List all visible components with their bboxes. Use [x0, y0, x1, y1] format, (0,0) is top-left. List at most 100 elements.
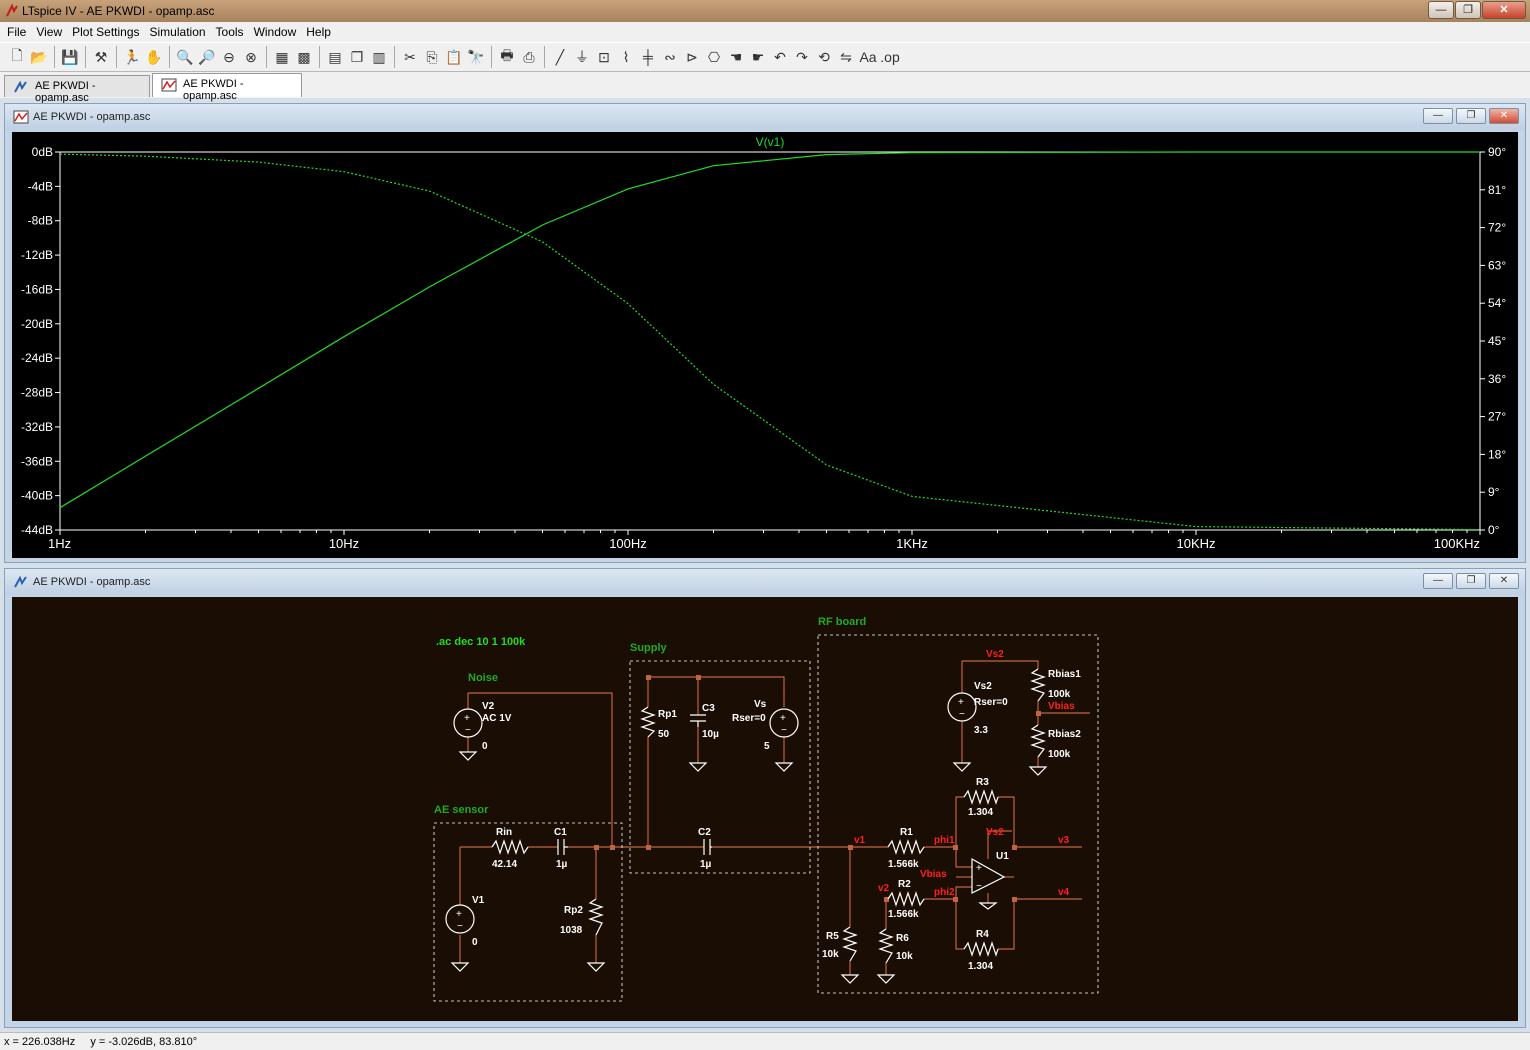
rbias2-resistor-symbol[interactable] [1030, 724, 1046, 758]
minimize-button[interactable]: — [1428, 1, 1454, 19]
child-restore-button[interactable]: ❐ [1456, 108, 1486, 124]
rp2-value[interactable]: 1038 [560, 925, 583, 936]
r2-name[interactable]: R2 [898, 879, 911, 890]
v1-dc-value[interactable]: 0 [472, 937, 478, 948]
child-restore-button[interactable]: ❐ [1456, 573, 1486, 589]
autorange-icon[interactable]: ▦ [271, 46, 293, 68]
draw-wire-icon[interactable]: ╱ [549, 46, 571, 68]
net-label-vbias-opamp[interactable]: Vbias [920, 869, 947, 880]
y-left-tick-label[interactable]: -24dB [21, 351, 53, 365]
rin-name[interactable]: Rin [496, 827, 512, 838]
r1-name[interactable]: R1 [900, 827, 913, 838]
rp1-value[interactable]: 50 [658, 729, 670, 740]
mirror-icon[interactable]: ⇋ [835, 46, 857, 68]
rin-resistor-symbol[interactable] [491, 839, 529, 855]
r2-value[interactable]: 1.566k [888, 909, 919, 920]
y-right-tick-label[interactable]: 9° [1488, 485, 1500, 499]
vs-name[interactable]: Vs [754, 699, 767, 710]
r3-name[interactable]: R3 [976, 777, 989, 788]
menu-view[interactable]: View [31, 25, 67, 39]
net-label-v3[interactable]: v3 [1058, 835, 1070, 846]
child-close-button[interactable]: ✕ [1489, 573, 1519, 589]
y-left-tick-label[interactable]: -44dB [21, 523, 53, 537]
y-left-tick-label[interactable]: -20dB [21, 317, 53, 331]
y-right-tick-label[interactable]: 45° [1488, 334, 1506, 348]
resistor-icon[interactable]: ⌇ [615, 46, 637, 68]
y-right-tick-label[interactable]: 81° [1488, 183, 1506, 197]
print-icon[interactable]: ⎙ [518, 46, 540, 68]
y-left-tick-label[interactable]: -16dB [21, 282, 53, 296]
r6-name[interactable]: R6 [896, 933, 909, 944]
rbias1-name[interactable]: Rbias1 [1048, 669, 1081, 680]
net-label-v4[interactable]: v4 [1058, 887, 1070, 898]
ac-directive[interactable]: .ac dec 10 1 100k [436, 636, 526, 648]
v2-dc-value[interactable]: 0 [482, 741, 488, 752]
undo-icon[interactable]: ↶ [769, 46, 791, 68]
vs2-name[interactable]: Vs2 [974, 681, 992, 692]
open-icon[interactable]: 📂 [28, 46, 50, 68]
v1-name[interactable]: V1 [472, 895, 485, 906]
tab-schematic[interactable]: AE PKWDI - opamp.asc [4, 75, 150, 104]
c1-name[interactable]: C1 [554, 827, 567, 838]
net-label-v2[interactable]: v2 [878, 883, 890, 894]
menu-tools[interactable]: Tools [211, 25, 249, 39]
grid-icon[interactable]: ▩ [293, 46, 315, 68]
menu-file[interactable]: File [2, 25, 31, 39]
x-tick-label[interactable]: 1KHz [896, 536, 928, 551]
cascade-icon[interactable]: ❐ [346, 46, 368, 68]
vs-value[interactable]: Rser=0 [732, 713, 766, 724]
trace-label[interactable]: V(v1) [756, 135, 785, 149]
c2-capacitor-symbol[interactable] [703, 839, 712, 855]
c3-capacitor-symbol[interactable] [690, 714, 706, 727]
rin-value[interactable]: 42.14 [492, 859, 517, 870]
rp1-resistor-symbol[interactable] [640, 706, 656, 738]
menu-window[interactable]: Window [249, 25, 302, 39]
r5-name[interactable]: R5 [826, 931, 839, 942]
y-right-tick-label[interactable]: 72° [1488, 221, 1506, 235]
y-left-tick-label[interactable]: -36dB [21, 454, 53, 468]
tile-horizontal-icon[interactable]: ▤ [324, 46, 346, 68]
supply-group-label[interactable]: Supply [630, 642, 668, 654]
y-left-tick-label[interactable]: -32dB [21, 420, 53, 434]
c2-name[interactable]: C2 [698, 827, 711, 838]
close-button[interactable]: ✕ [1482, 1, 1526, 19]
r5-resistor-symbol[interactable] [842, 926, 858, 962]
diode-icon[interactable]: ⊳ [681, 46, 703, 68]
bode-plot[interactable]: 0dB -4dB -8dB -12dB -16dB -20dB -24dB -28dB -32d… [12, 132, 1518, 558]
r5-value[interactable]: 10k [822, 949, 839, 960]
y-left-tick-label[interactable]: -40dB [21, 489, 53, 503]
net-label-vs2[interactable]: Vs2 [986, 649, 1004, 660]
u1-name[interactable]: U1 [996, 851, 1009, 862]
ground-icon[interactable]: ⏚ [571, 46, 593, 68]
r4-name[interactable]: R4 [976, 929, 989, 940]
y-left-tick-label[interactable]: -4dB [28, 179, 53, 193]
menu-simulation[interactable]: Simulation [145, 25, 211, 39]
c1-value[interactable]: 1µ [556, 859, 568, 870]
net-label-phi2[interactable]: phi2 [934, 887, 955, 898]
zoom-in-icon[interactable]: 🔍 [174, 46, 196, 68]
ae-sensor-group-label[interactable]: AE sensor [434, 804, 489, 816]
cut-icon[interactable]: ✂ [399, 46, 421, 68]
vs-dc-value[interactable]: 5 [764, 741, 770, 752]
vs2-value[interactable]: Rser=0 [974, 697, 1008, 708]
r1-resistor-symbol[interactable] [887, 839, 925, 855]
tile-vertical-icon[interactable]: ▥ [368, 46, 390, 68]
text-icon[interactable]: Aa [857, 46, 879, 68]
c1-capacitor-symbol[interactable] [557, 839, 568, 855]
v2-value[interactable]: AC 1V [482, 713, 512, 724]
pan-icon[interactable]: ✋ [143, 46, 165, 68]
print-setup-icon[interactable]: 🖶 [496, 46, 518, 68]
redo-icon[interactable]: ↷ [791, 46, 813, 68]
y-right-tick-label[interactable]: 0° [1488, 523, 1500, 537]
c3-value[interactable]: 10µ [702, 729, 719, 740]
menu-plot-settings[interactable]: Plot Settings [67, 25, 144, 39]
c3-name[interactable]: C3 [702, 703, 715, 714]
run-icon[interactable]: 🏃 [121, 46, 143, 68]
x-tick-label[interactable]: 100Hz [609, 536, 647, 551]
y-left-tick-label[interactable]: 0dB [32, 145, 53, 159]
new-schematic-icon[interactable]: 🗋 [6, 46, 28, 68]
paste-icon[interactable]: 📋 [443, 46, 465, 68]
y-left-tick-label[interactable]: -28dB [21, 386, 53, 400]
r6-resistor-symbol[interactable] [878, 928, 894, 964]
v2-name[interactable]: V2 [482, 701, 495, 712]
